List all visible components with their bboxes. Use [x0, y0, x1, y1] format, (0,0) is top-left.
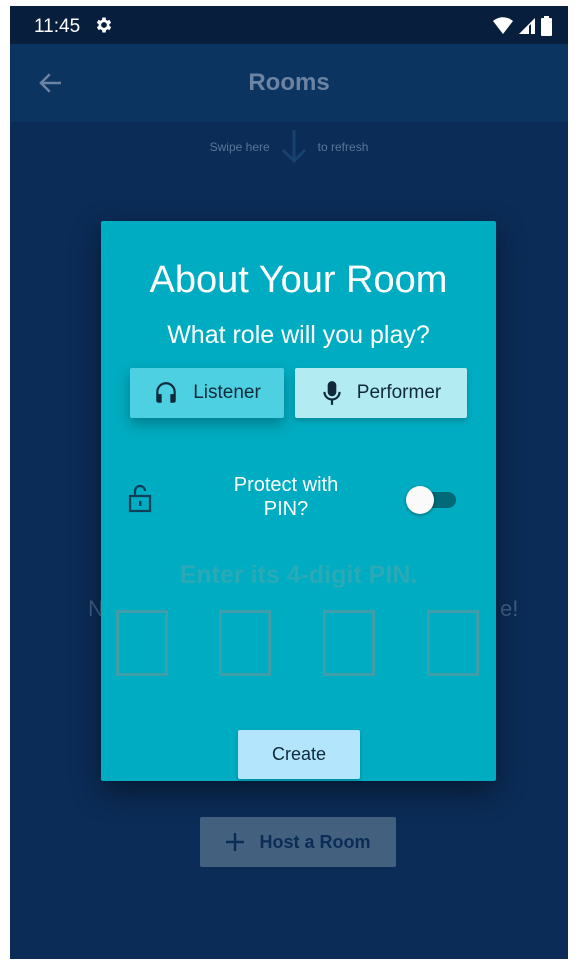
listener-role-label: Listener — [193, 382, 261, 403]
refresh-hint-after: to refresh — [317, 140, 369, 154]
pin-instruction: Enter its 4-digit PIN. — [179, 561, 418, 589]
about-room-dialog: About Your Room What role will you play?… — [101, 221, 496, 781]
create-button[interactable]: Create — [238, 730, 360, 779]
empty-state-text-end: e! — [500, 596, 519, 621]
pin-digit-1[interactable] — [116, 610, 168, 676]
wifi-icon — [493, 17, 513, 34]
refresh-hint-before: Swipe here — [209, 140, 270, 154]
performer-role-button[interactable]: Performer — [295, 368, 467, 418]
status-bar: 11:45 — [10, 6, 568, 44]
pin-toggle[interactable] — [406, 486, 458, 514]
host-room-button[interactable]: Host a Room — [200, 817, 396, 867]
dialog-subtitle: What role will you play? — [167, 321, 430, 349]
pin-digit-2[interactable] — [219, 610, 271, 676]
gear-icon — [96, 17, 112, 33]
page-title: Rooms — [248, 69, 330, 96]
dialog-title: About Your Room — [149, 259, 448, 301]
refresh-hint[interactable]: Swipe here to refresh — [10, 130, 568, 164]
status-icons — [493, 16, 552, 36]
pin-digit-4[interactable] — [427, 610, 479, 676]
app-bar: Rooms — [10, 44, 568, 122]
plus-icon — [226, 833, 245, 851]
battery-icon — [541, 16, 552, 36]
headphones-icon — [156, 382, 176, 403]
status-time: 11:45 — [34, 16, 81, 37]
arrow-down-icon — [281, 130, 306, 164]
lock-open-icon — [128, 484, 152, 513]
performer-role-label: Performer — [356, 382, 442, 403]
pin-toggle-thumb — [406, 486, 434, 514]
host-room-label: Host a Room — [259, 831, 371, 852]
signal-icon — [519, 18, 535, 34]
pin-digit-3[interactable] — [323, 610, 375, 676]
protect-pin-label: Protect with PIN? — [233, 474, 339, 520]
microphone-icon — [323, 381, 341, 405]
listener-role-button[interactable]: Listener — [130, 368, 284, 418]
app-screen: 11:45 Rooms Swipe here to refresh N e! H… — [10, 6, 568, 959]
